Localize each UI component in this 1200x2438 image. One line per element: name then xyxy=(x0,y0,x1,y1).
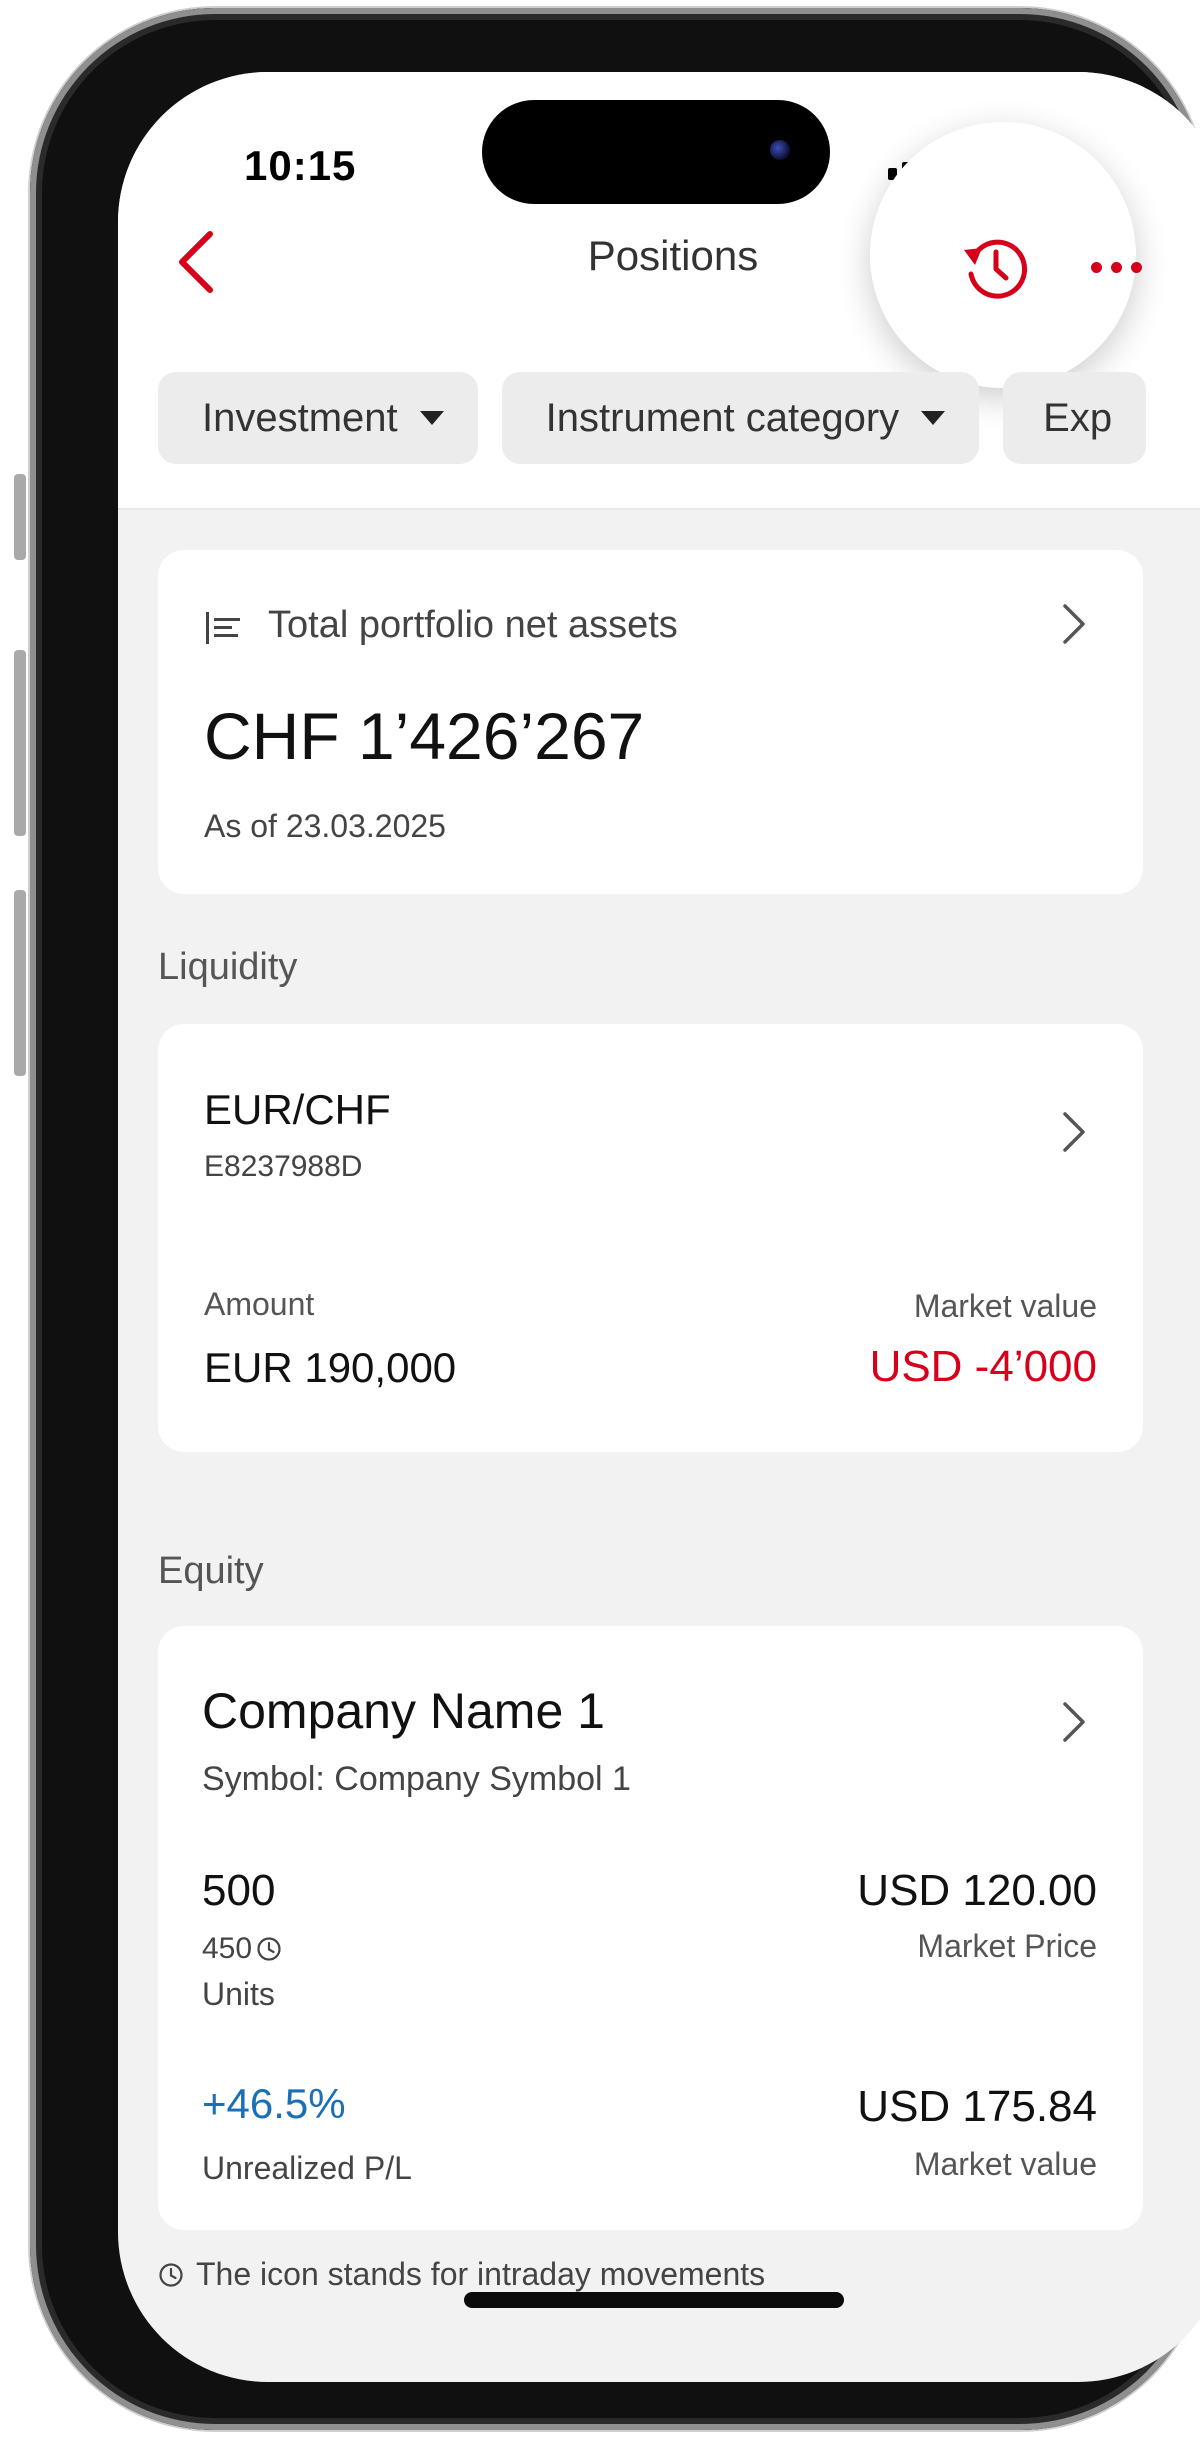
more-options-button[interactable] xyxy=(1076,242,1156,292)
footnote-text: The icon stands for intraday movements xyxy=(196,2256,766,2292)
equity-market-value-label: Market value xyxy=(913,2146,1097,2182)
history-button[interactable] xyxy=(950,222,1040,312)
footnote: The icon stands for intraday movements xyxy=(158,2256,765,2293)
app-screen: 10:15 Positions Investment Instrument ca… xyxy=(118,72,1200,2382)
caret-down-icon xyxy=(419,411,444,425)
portfolio-summary-card[interactable]: Total portfolio net assets CHF 1’426’267… xyxy=(158,550,1143,894)
camera-icon xyxy=(770,140,790,160)
position-id: E8237988D xyxy=(204,1150,363,1183)
position-name: EUR/CHF xyxy=(204,1086,391,1133)
market-price-value: USD 120.00 xyxy=(857,1866,1097,1915)
silent-switch xyxy=(14,474,26,560)
equity-position-card[interactable]: Company Name 1 Symbol: Company Symbol 1 … xyxy=(158,1626,1143,2230)
section-title-liquidity: Liquidity xyxy=(158,946,298,988)
units-intraday-value: 450 xyxy=(202,1932,253,1965)
chevron-right-icon xyxy=(1063,604,1085,644)
home-indicator[interactable] xyxy=(464,2292,844,2308)
chevron-right-icon xyxy=(1063,1702,1085,1742)
status-time: 10:15 xyxy=(244,142,357,189)
units-label: Units xyxy=(202,1976,275,2012)
filter-label: Investment xyxy=(202,395,398,440)
more-dot-icon xyxy=(1110,261,1122,273)
unrealized-pl-label: Unrealized P/L xyxy=(202,2150,412,2186)
more-dot-icon xyxy=(1130,261,1142,273)
dynamic-island xyxy=(482,100,830,204)
caret-down-icon xyxy=(921,411,946,425)
liquidity-position-card[interactable]: EUR/CHF E8237988D Amount EUR 190,000 Mar… xyxy=(158,1024,1143,1452)
filter-investment[interactable]: Investment xyxy=(158,372,478,464)
volume-down-button xyxy=(14,890,26,1076)
unrealized-pl-value: +46.5% xyxy=(202,2080,346,2127)
units-intraday: 450 xyxy=(202,1932,282,1966)
amount-value: EUR 190,000 xyxy=(204,1344,457,1391)
units-value: 500 xyxy=(202,1866,276,1915)
summary-value: CHF 1’426’267 xyxy=(204,699,645,773)
equity-market-value: USD 175.84 xyxy=(857,2082,1097,2131)
filter-label: Exp xyxy=(1043,395,1113,440)
summary-title: Total portfolio net assets xyxy=(268,604,678,646)
market-value-label: Market value xyxy=(913,1288,1097,1324)
position-symbol: Symbol: Company Symbol 1 xyxy=(202,1760,631,1798)
market-value: USD -4’000 xyxy=(869,1342,1097,1391)
more-dot-icon xyxy=(1090,261,1102,273)
chevron-right-icon xyxy=(1063,1112,1085,1152)
list-align-icon xyxy=(206,612,240,644)
market-price-label: Market Price xyxy=(917,1928,1097,1964)
clock-icon xyxy=(257,1937,281,1961)
history-clock-icon xyxy=(964,239,1027,299)
clock-icon xyxy=(159,2262,183,2287)
volume-up-button xyxy=(14,650,26,836)
summary-as-of: As of 23.03.2025 xyxy=(204,808,446,844)
filter-label: Instrument category xyxy=(545,395,900,440)
phone-frame: 10:15 Positions Investment Instrument ca… xyxy=(30,8,1200,2430)
amount-label: Amount xyxy=(204,1286,315,1322)
filter-exp[interactable]: Exp xyxy=(1003,372,1147,464)
position-name: Company Name 1 xyxy=(202,1683,605,1739)
filter-instrument-category[interactable]: Instrument category xyxy=(501,372,980,464)
filter-chips: Investment Instrument category Exp xyxy=(158,372,1147,464)
section-title-equity: Equity xyxy=(158,1550,264,1592)
